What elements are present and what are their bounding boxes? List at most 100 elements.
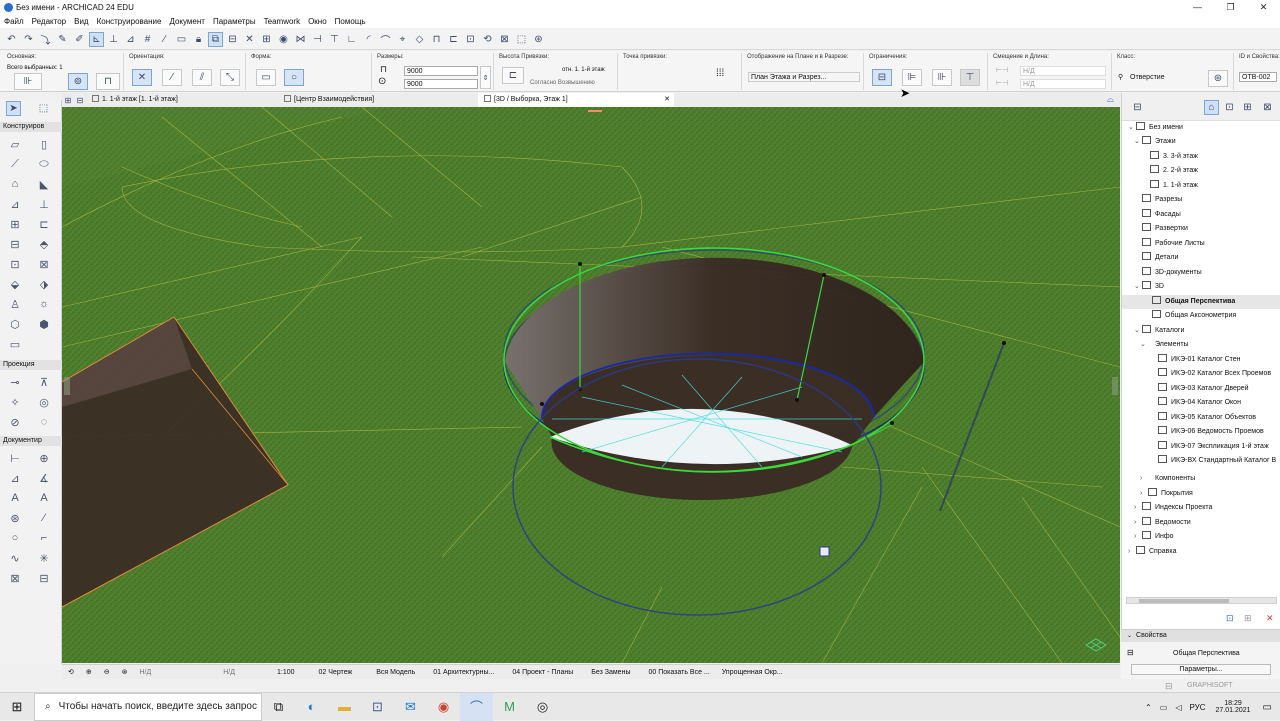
elevation-tool-icon[interactable]: ⊼: [34, 374, 54, 390]
language-indicator[interactable]: РУС: [1189, 703, 1205, 712]
height-anchor-icon[interactable]: ⊏: [502, 67, 524, 84]
roof-tool-icon[interactable]: ⌂: [5, 176, 25, 192]
mail-icon[interactable]: ✉: [394, 693, 427, 721]
tree-item-story-1[interactable]: 1. 1-й этаж: [1150, 179, 1198, 193]
volume-icon[interactable]: ◁: [1175, 703, 1181, 712]
tab-layout-icon[interactable]: ⊟: [74, 94, 86, 106]
tree-item-project-indexes[interactable]: › Индексы Проекта: [1134, 501, 1212, 515]
id-field[interactable]: OTB-002: [1239, 72, 1277, 82]
teamwork-icon[interactable]: ⟲: [480, 32, 495, 47]
hotspot-tool-icon[interactable]: ✳: [34, 550, 54, 566]
documentation-header[interactable]: Документир: [0, 436, 62, 446]
spline-tool-icon[interactable]: ∿: [5, 550, 25, 566]
orient-custom-icon[interactable]: ⤡: [220, 69, 240, 86]
tree-item-3d-documents[interactable]: 3D-документы: [1142, 266, 1202, 280]
depth-field[interactable]: 9000: [404, 79, 478, 89]
tree-item-schedule-02[interactable]: ИКЭ-02 Каталог Всех Проемов: [1158, 367, 1271, 381]
more-tools-icon[interactable]: ▭: [5, 336, 25, 352]
menu-document[interactable]: Документ: [169, 17, 205, 26]
link-size-icon[interactable]: ⇕: [480, 66, 491, 89]
notifications-icon[interactable]: ▭: [1263, 702, 1272, 713]
publisher-icon[interactable]: ⊠: [1260, 100, 1275, 115]
tree-item-schedule-01[interactable]: ИКЭ-01 Каталог Стен: [1158, 353, 1241, 367]
3d-scene[interactable]: [62, 107, 1120, 663]
chrome-icon[interactable]: ◉: [427, 693, 460, 721]
suspend-groups-icon[interactable]: ⧉: [208, 31, 223, 47]
window-tool-icon[interactable]: ⊟: [5, 236, 25, 252]
curtain-wall-icon[interactable]: ⊞: [5, 216, 25, 232]
window-icon[interactable]: ⊡: [463, 32, 478, 47]
projection-header[interactable]: Проекция: [0, 360, 62, 370]
navigator-settings-icon[interactable]: ⊡: [1226, 613, 1234, 624]
orient-free-icon[interactable]: ⫽: [192, 69, 212, 86]
door-tool-icon[interactable]: ⊏: [34, 216, 54, 232]
radial-dim-icon[interactable]: ⊿: [5, 470, 25, 486]
stair-tool-icon[interactable]: ⊿: [5, 196, 25, 212]
cube-icon[interactable]: ⬚: [514, 32, 529, 47]
worksheet-tool-icon[interactable]: ◎: [34, 394, 54, 410]
zoom-out-icon[interactable]: ⊖: [98, 668, 116, 676]
design-header[interactable]: Конструиров: [0, 122, 62, 132]
tree-item-schedule-04[interactable]: ИКЭ-04 Каталог Окон: [1158, 396, 1241, 410]
layer-value[interactable]: 01 Архитектурны...: [427, 669, 500, 676]
tab-list-icon[interactable]: ⊞: [62, 94, 74, 106]
label-tool-icon[interactable]: A: [34, 490, 54, 506]
grid-icon[interactable]: #: [140, 32, 155, 47]
offset-field-2[interactable]: Н/Д: [1020, 79, 1106, 89]
properties-header[interactable]: ⌄ Свойства: [1121, 630, 1280, 642]
skylight-tool-icon[interactable]: ⬘: [34, 236, 54, 252]
offset-field-1[interactable]: Н/Д: [1020, 66, 1106, 76]
menu-edit[interactable]: Редактор: [32, 17, 66, 26]
edge-icon[interactable]: ◐: [295, 693, 328, 721]
orient-vertical-icon[interactable]: ✕: [132, 69, 152, 86]
tree-item-elements[interactable]: ⌄ Элементы: [1140, 338, 1189, 352]
intersect-icon[interactable]: ∟: [344, 32, 359, 47]
fillet-icon[interactable]: ◜: [361, 32, 376, 47]
eye-icon[interactable]: ◉: [276, 32, 291, 47]
redo-icon[interactable]: ↷: [21, 32, 36, 47]
slab-tool-icon[interactable]: ⬭: [34, 156, 54, 172]
change-tool-icon[interactable]: ◌: [34, 414, 54, 430]
class-value[interactable]: Отверстие: [1130, 74, 1165, 81]
line-snap-icon[interactable]: ⊾: [89, 31, 104, 47]
eyedropper-icon[interactable]: ✎: [55, 32, 70, 47]
lock-icon[interactable]: 🔒︎: [191, 32, 206, 47]
class-settings-icon[interactable]: ⊛: [1208, 70, 1228, 87]
obs-icon[interactable]: ◎: [526, 693, 559, 721]
limit-top-icon[interactable]: ⊤: [960, 69, 980, 86]
menu-window[interactable]: Окно: [308, 17, 327, 26]
tree-item-sections[interactable]: Разрезы: [1142, 193, 1182, 207]
simplified-value[interactable]: Упрощенная Окр...: [716, 669, 789, 676]
dimension-tool-icon[interactable]: ⊢: [5, 450, 25, 466]
tree-item-schedule-05[interactable]: ИКЭ-05 Каталог Объектов: [1158, 411, 1256, 425]
tree-item-schedule-07[interactable]: ИКЭ-07 Экспликация 1-й этаж: [1158, 440, 1269, 454]
corner-window-icon[interactable]: ⊠: [34, 256, 54, 272]
section-icon[interactable]: ⊏: [446, 32, 461, 47]
column-tool-icon[interactable]: ▯: [34, 136, 54, 152]
undo-icon[interactable]: ↶: [4, 32, 19, 47]
tab-3d[interactable]: [3D / Выборка, Этаж 1] ✕: [478, 93, 674, 107]
maximize-button[interactable]: ❐: [1214, 0, 1247, 15]
menu-file[interactable]: Файл: [4, 17, 24, 26]
tree-item-schedule-03[interactable]: ИКЭ-03 Каталог Дверей: [1158, 382, 1249, 396]
tab-close-icon[interactable]: ✕: [664, 93, 670, 107]
drawing-tool-icon[interactable]: ⊟: [34, 570, 54, 586]
tree-item-3d[interactable]: ⌄ 3D: [1134, 280, 1164, 294]
store-icon[interactable]: ⊡: [361, 693, 394, 721]
app-icon[interactable]: M: [493, 693, 526, 721]
override-value[interactable]: Без Замены: [585, 669, 636, 676]
section-tool-icon[interactable]: ⊸: [5, 374, 25, 390]
model-value[interactable]: Вся Модель: [370, 669, 421, 676]
tree-item-root[interactable]: ⌄ Без имени: [1128, 121, 1183, 135]
parameters-button[interactable]: Параметры...: [1131, 664, 1271, 675]
show-all-value[interactable]: 00 Показать Все ...: [642, 669, 715, 676]
tree-item-info[interactable]: › Инфо: [1134, 530, 1174, 544]
archicad-taskbar-icon[interactable]: ⌒: [460, 692, 493, 721]
task-view-icon[interactable]: ⧉: [262, 693, 295, 721]
magic-wand-icon[interactable]: ⁄: [157, 32, 172, 47]
tree-item-story-2[interactable]: 2. 2-й этаж: [1150, 164, 1198, 178]
arrow-tool-icon[interactable]: ➤: [6, 101, 21, 116]
circle-tool-icon[interactable]: ○: [5, 530, 25, 546]
ie-tool-icon[interactable]: ✧: [5, 394, 25, 410]
tree-item-lists[interactable]: › Ведомости: [1134, 516, 1191, 530]
